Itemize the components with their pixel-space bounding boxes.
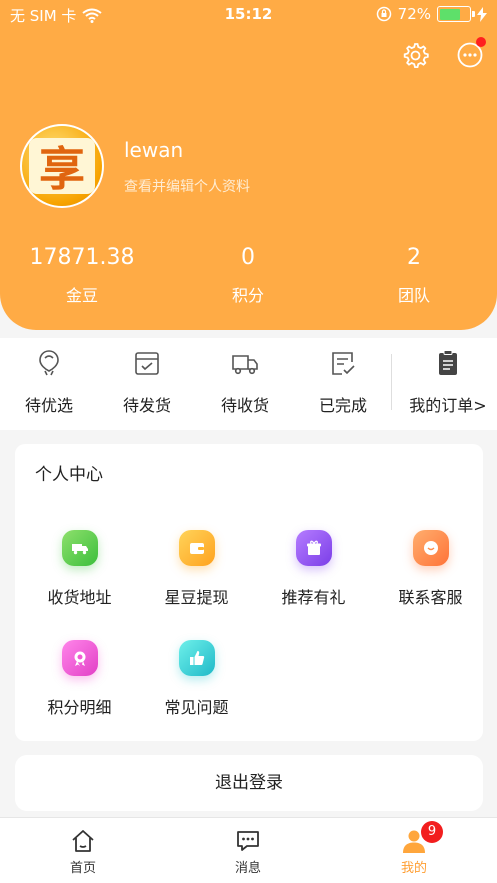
status-bar: 无 SIM 卡 15:12 72% <box>0 0 497 30</box>
order-label: 待发货 <box>122 396 171 415</box>
points-detail-item[interactable]: 积分明细 <box>21 640 138 718</box>
my-orders-link[interactable]: 我的订单> <box>399 348 497 416</box>
rotation-lock-icon <box>376 6 391 22</box>
battery-percent: 72% <box>397 5 431 23</box>
stat-value: 17871.38 <box>29 245 135 270</box>
grid-label: 常见问题 <box>164 698 229 717</box>
grid-label: 积分明细 <box>47 698 112 717</box>
edit-profile-link[interactable]: 查看并编辑个人资料 <box>124 176 250 196</box>
stat-gold-beans[interactable]: 17871.38 金豆 <box>12 244 152 306</box>
tab-label: 我的 <box>400 861 427 876</box>
grid-label: 推荐有礼 <box>281 588 346 607</box>
wallet-icon <box>178 530 215 566</box>
tab-label: 首页 <box>69 861 96 876</box>
order-label: 待优选 <box>24 396 73 415</box>
shipping-address-item[interactable]: 收货地址 <box>21 530 138 608</box>
order-pending-shipment[interactable]: 待发货 <box>98 348 196 416</box>
tab-home[interactable]: 首页 <box>23 828 143 876</box>
delivery-van-icon <box>61 530 98 566</box>
grid-label: 联系客服 <box>398 588 463 607</box>
order-label: 我的订单> <box>409 396 487 415</box>
stat-label: 团队 <box>397 286 430 305</box>
stat-label: 金豆 <box>65 286 98 305</box>
bottom-tab-bar: 首页 消息 我的 9 <box>0 817 497 883</box>
stat-points[interactable]: 0 积分 <box>178 244 318 306</box>
award-medal-icon <box>61 640 98 676</box>
home-icon <box>72 830 94 852</box>
username[interactable]: lewan <box>124 138 183 162</box>
settings-button[interactable] <box>400 40 430 70</box>
battery-level <box>439 8 461 20</box>
tab-mine[interactable]: 我的 9 <box>354 821 474 876</box>
thumbs-up-icon <box>178 640 215 676</box>
order-label: 待收货 <box>220 396 269 415</box>
status-right: 72% <box>376 5 487 23</box>
stat-team[interactable]: 2 团队 <box>344 244 484 306</box>
completed-list-icon <box>332 352 355 375</box>
unread-dot <box>476 37 486 47</box>
stat-label: 积分 <box>231 286 264 305</box>
card-title: 个人中心 <box>35 465 103 485</box>
grid-label: 收货地址 <box>47 588 112 607</box>
tab-messages[interactable]: 消息 <box>188 828 308 876</box>
clipboard-icon <box>439 350 457 375</box>
chat-bubble-icon <box>412 530 449 566</box>
gift-icon <box>295 530 332 566</box>
contact-service-item[interactable]: 联系客服 <box>372 530 489 608</box>
profile-header: 无 SIM 卡 15:12 72% 享 lewan 查看并编辑个人资料 1787… <box>0 0 497 330</box>
message-icon <box>237 831 259 851</box>
package-icon <box>135 352 159 375</box>
tab-label: 消息 <box>234 861 261 876</box>
order-completed[interactable]: 已完成 <box>294 348 392 416</box>
order-divider <box>391 354 392 410</box>
message-center-button[interactable] <box>455 37 486 70</box>
logout-button[interactable]: 退出登录 <box>15 755 483 811</box>
referral-reward-item[interactable]: 推荐有礼 <box>255 530 372 608</box>
gear-icon <box>403 43 429 68</box>
stat-value: 2 <box>407 245 421 270</box>
charging-icon <box>477 6 487 22</box>
personal-center-card: 个人中心 收货地址 星豆提现 推荐有礼 联系客服 积分明细 常见问题 <box>15 444 483 741</box>
avatar-logo: 享 <box>29 138 95 196</box>
grid-label: 星豆提现 <box>164 588 229 607</box>
avatar[interactable]: 享 <box>20 124 104 208</box>
balloon-icon <box>39 350 59 376</box>
faq-item[interactable]: 常见问题 <box>138 640 255 718</box>
notification-badge: 9 <box>421 821 443 843</box>
order-pending-selection[interactable]: 待优选 <box>0 348 98 416</box>
delivery-truck-icon <box>232 355 258 375</box>
order-label: 已完成 <box>318 396 367 415</box>
order-pending-receipt[interactable]: 待收货 <box>196 348 294 416</box>
order-status-row: 待优选 待发货 待收货 已完成 我的订单> <box>0 338 497 430</box>
star-bean-withdraw-item[interactable]: 星豆提现 <box>138 530 255 608</box>
battery-icon <box>437 6 475 22</box>
stat-value: 0 <box>241 245 255 270</box>
